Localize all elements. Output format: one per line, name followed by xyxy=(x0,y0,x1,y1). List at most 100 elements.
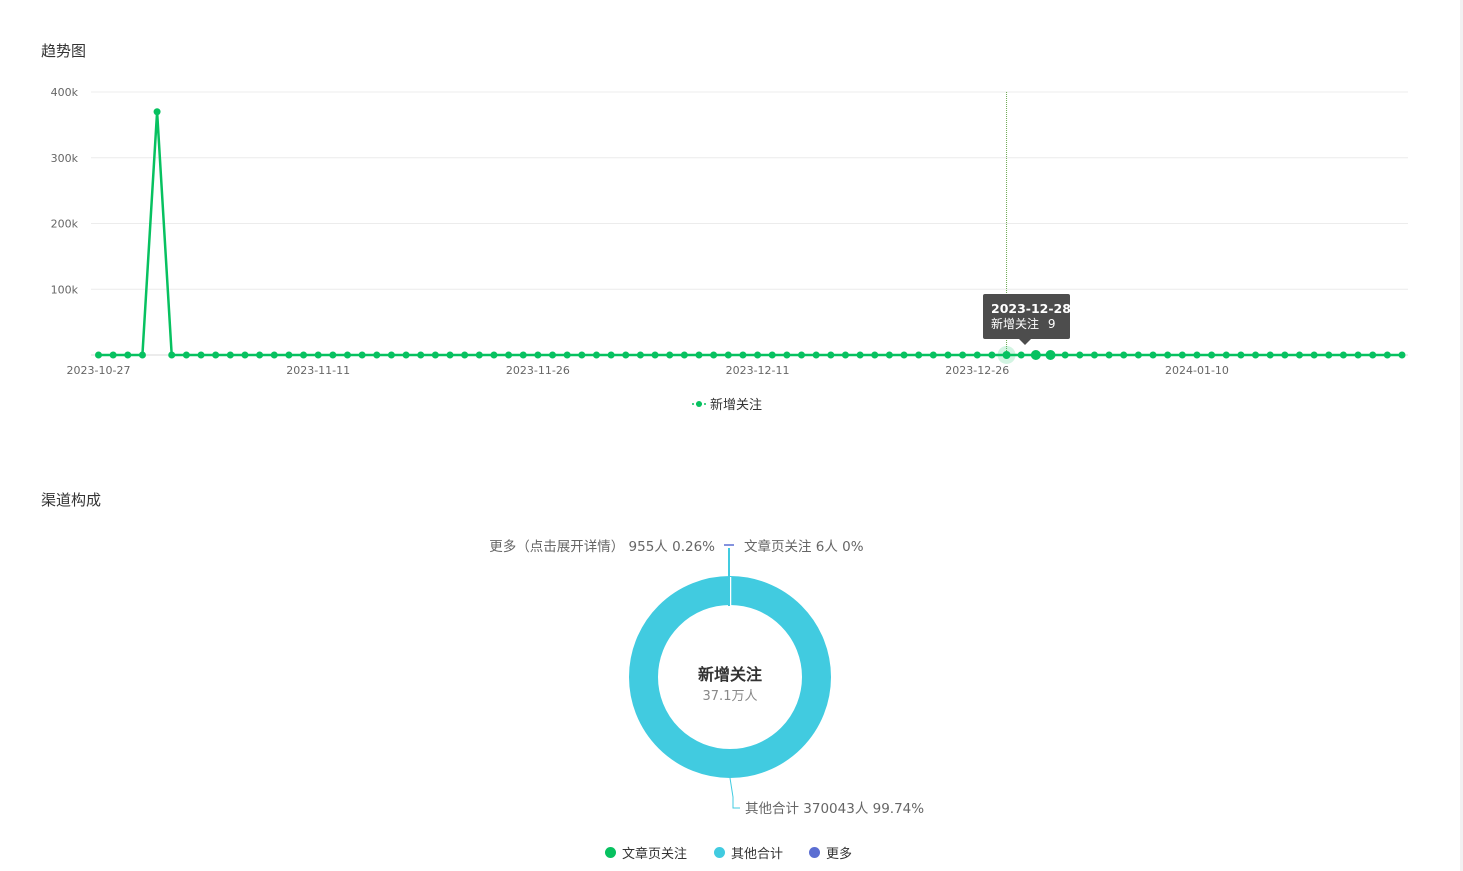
data-point xyxy=(1339,351,1347,359)
data-point xyxy=(124,351,132,359)
data-point xyxy=(724,351,732,359)
data-point xyxy=(885,351,893,359)
data-point xyxy=(300,351,308,359)
data-point xyxy=(768,351,776,359)
trend-legend-item[interactable]: 新增关注 xyxy=(692,394,762,413)
data-point xyxy=(622,351,630,359)
data-point xyxy=(1208,351,1216,359)
data-point xyxy=(446,351,454,359)
data-point xyxy=(841,351,849,359)
data-point xyxy=(329,351,337,359)
data-point xyxy=(1061,351,1069,359)
data-point xyxy=(754,351,762,359)
data-point xyxy=(1398,351,1406,359)
series-points xyxy=(95,108,1406,364)
data-point xyxy=(505,351,513,359)
data-point xyxy=(1354,351,1362,359)
x-tick-label: 2023-11-26 xyxy=(506,364,570,377)
data-point xyxy=(1281,351,1289,359)
data-point xyxy=(1222,351,1230,359)
data-point xyxy=(490,351,498,359)
x-tick-label: 2023-10-27 xyxy=(67,364,131,377)
data-point xyxy=(549,351,557,359)
data-point xyxy=(95,351,102,359)
data-point xyxy=(285,351,293,359)
channel-section-title: 渠道构成 xyxy=(41,491,102,509)
data-point xyxy=(1164,351,1172,359)
data-point xyxy=(812,351,820,359)
tooltip-series-value: 9 xyxy=(1048,317,1056,331)
data-point xyxy=(856,351,864,359)
data-point xyxy=(1134,351,1142,359)
data-point xyxy=(109,351,117,359)
data-point xyxy=(563,351,571,359)
legend-item-more[interactable]: 更多 xyxy=(809,843,852,862)
data-point-highlighted xyxy=(1002,350,1011,359)
data-point xyxy=(519,351,527,359)
data-point xyxy=(1369,351,1377,359)
data-point xyxy=(973,351,981,359)
series-line-xinzengguanzhu xyxy=(98,111,1402,357)
data-point xyxy=(666,351,674,359)
trend-legend-label: 新增关注 xyxy=(710,398,763,413)
data-point xyxy=(871,351,879,359)
data-point xyxy=(651,351,659,359)
pie-label-more[interactable]: 更多（点击展开详情） 955人 0.26% xyxy=(489,535,715,555)
data-point xyxy=(226,351,234,359)
data-point xyxy=(270,351,278,359)
x-tick-label: 2023-12-26 xyxy=(945,364,1009,377)
grid-lines xyxy=(91,91,1408,290)
data-point xyxy=(138,351,146,359)
x-axis-ticks: 2023-10-27 2023-11-11 2023-11-26 2023-12-11… xyxy=(67,364,1229,377)
data-point xyxy=(710,351,718,359)
data-point xyxy=(534,351,542,359)
data-point xyxy=(417,351,425,359)
legend-item-other[interactable]: 其他合计 xyxy=(714,843,783,862)
pie-label-other: 其他合计 370043人 99.74% xyxy=(745,801,925,817)
data-point xyxy=(314,351,322,359)
data-point xyxy=(915,351,923,359)
tooltip-pointer xyxy=(1019,339,1031,345)
data-point xyxy=(798,351,806,359)
data-point xyxy=(256,351,264,359)
data-point xyxy=(358,351,366,359)
data-point xyxy=(1105,351,1113,359)
pie-label-article: 文章页关注 6人 0% xyxy=(744,539,864,555)
legend-dot-more xyxy=(809,847,820,858)
data-point xyxy=(1045,349,1056,360)
data-point xyxy=(1310,351,1318,359)
data-point xyxy=(343,351,351,359)
y-tick-label: 200k xyxy=(51,218,79,231)
data-point xyxy=(153,108,161,116)
data-point xyxy=(197,351,205,359)
tooltip-date: 2023-12-28 xyxy=(991,301,1071,316)
data-point xyxy=(695,351,703,359)
legend-item-article[interactable]: 文章页关注 xyxy=(605,843,687,862)
data-point xyxy=(241,351,249,359)
data-point xyxy=(739,351,747,359)
donut-center-value: 37.1万人 xyxy=(702,689,758,704)
data-point xyxy=(783,351,791,359)
data-point xyxy=(475,351,483,359)
data-point xyxy=(988,351,996,359)
data-point xyxy=(680,351,688,359)
data-point xyxy=(1030,349,1041,360)
y-tick-label: 300k xyxy=(51,152,79,165)
donut-center-title: 新增关注 xyxy=(697,665,762,684)
x-tick-label: 2023-12-11 xyxy=(726,364,790,377)
data-point xyxy=(182,351,190,359)
data-point xyxy=(1325,351,1333,359)
tooltip-series-name: 新增关注 xyxy=(991,316,1039,331)
y-tick-label: 100k xyxy=(51,283,79,296)
data-point xyxy=(607,351,615,359)
data-point xyxy=(827,351,835,359)
line-legend-icon xyxy=(692,400,706,407)
legend-dot-other xyxy=(714,847,725,858)
legend-label-more: 更多 xyxy=(826,847,853,862)
data-point xyxy=(1237,351,1245,359)
data-point xyxy=(1149,351,1157,359)
data-point xyxy=(461,351,469,359)
legend-dot-article xyxy=(605,847,616,858)
data-point xyxy=(402,351,410,359)
data-point xyxy=(1090,351,1098,359)
